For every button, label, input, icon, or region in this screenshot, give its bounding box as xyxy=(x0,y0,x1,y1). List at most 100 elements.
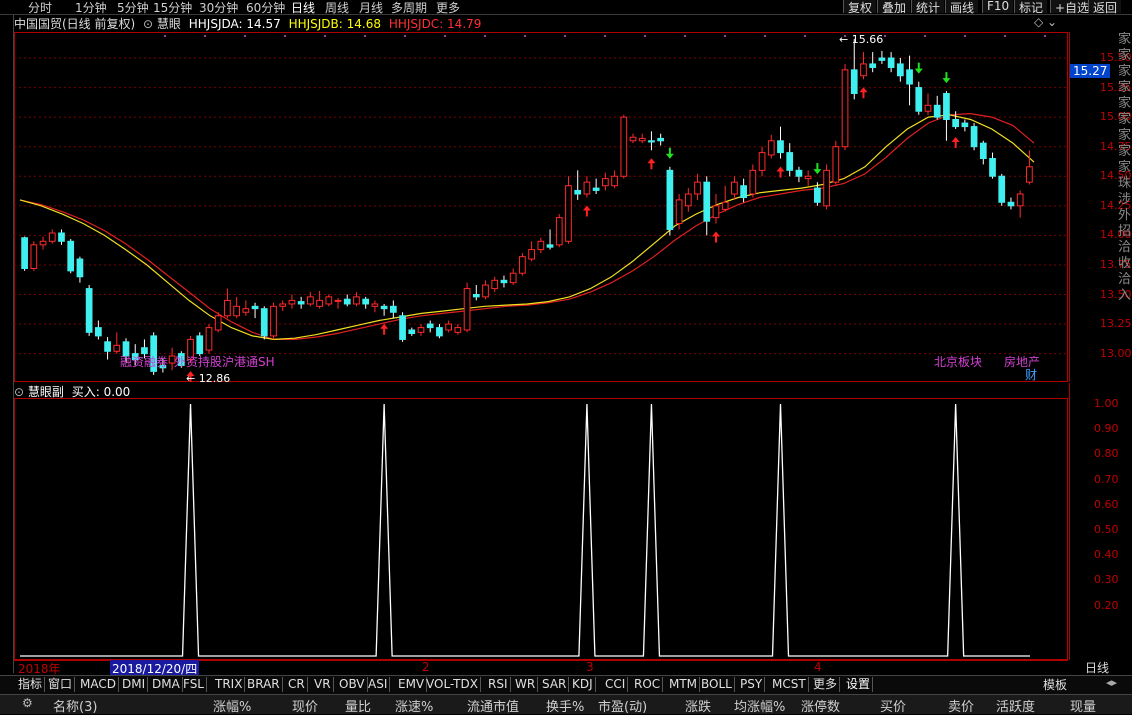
indicator-tab-6[interactable]: TRIX xyxy=(213,677,246,692)
period-5[interactable]: 60分钟 xyxy=(246,0,285,16)
column-header-10[interactable]: 涨停数 xyxy=(801,696,840,715)
indicator-tab-24[interactable]: 更多 xyxy=(811,677,841,692)
candle-body xyxy=(555,217,563,246)
gear-icon[interactable]: ⚙ xyxy=(22,696,33,710)
indicator-tab-0[interactable]: 指标 xyxy=(16,677,46,692)
period-0[interactable]: 分时 xyxy=(28,0,52,16)
sub-chart-value: 买入: 0.00 xyxy=(71,385,131,399)
candle-body xyxy=(601,178,609,187)
period-7[interactable]: 周线 xyxy=(325,0,349,16)
date-axis: 2018年 2018/12/20/四 2 3 4 xyxy=(14,660,1068,677)
indicator-tab-4[interactable]: DMA xyxy=(150,677,183,692)
period-4[interactable]: 30分钟 xyxy=(199,0,238,16)
column-header-1[interactable]: 涨幅% xyxy=(213,696,251,715)
indicator-tab-15[interactable]: WR xyxy=(513,677,539,692)
column-header-7[interactable]: 市盈(动) xyxy=(598,696,647,715)
sub-indicator-chart[interactable] xyxy=(14,398,1068,660)
column-header-0[interactable]: 名称(3) xyxy=(53,696,97,715)
sub-menu-icon[interactable]: ⊙ xyxy=(14,385,24,399)
indicator-tab-20[interactable]: MTM xyxy=(667,677,701,692)
column-header-2[interactable]: 现价 xyxy=(292,696,318,715)
indicator-tab-5[interactable]: FSL xyxy=(181,677,207,692)
indicator-tab-9[interactable]: VR xyxy=(312,677,334,692)
indicator-tab-bar: 指标 窗口 MACD DMI DMA FSL TRIX BRAR CR VR OBV ASI EMV VO… xyxy=(0,675,1132,694)
indicator-tab-22[interactable]: PSY xyxy=(738,677,766,692)
period-1[interactable]: 1分钟 xyxy=(75,0,107,16)
toolbar-button-0[interactable]: 复权 xyxy=(843,0,877,15)
toolbar-button-2[interactable]: 统计 xyxy=(911,0,945,15)
template-button[interactable]: 模板 xyxy=(1043,676,1067,693)
indicator-name[interactable]: 慧眼 xyxy=(157,17,181,31)
top-marker-dot xyxy=(324,35,326,37)
toolbar-button-6[interactable]: +自选 xyxy=(1050,0,1094,15)
indicator-tab-13[interactable]: VOL-TDX xyxy=(424,677,481,692)
indicator-tab-12[interactable]: EMV xyxy=(396,677,428,692)
column-header-14[interactable]: 现量 xyxy=(1070,696,1096,715)
concept-label-4[interactable]: 房地产 xyxy=(1004,354,1040,369)
toolbar-button-1[interactable]: 叠加 xyxy=(877,0,911,15)
indicator-tab-17[interactable]: KDJ xyxy=(570,677,596,692)
top-marker-dot xyxy=(244,35,246,37)
toolbar-button-7[interactable]: 返回 xyxy=(1088,0,1122,15)
column-header-4[interactable]: 涨速% xyxy=(395,696,433,715)
concept-label-0[interactable]: 融资融券 xyxy=(120,354,168,369)
candle-body xyxy=(233,305,240,317)
stock-title[interactable]: 中国国贸(日线 前复权) xyxy=(14,17,135,31)
indicator-tab-16[interactable]: SAR xyxy=(540,677,570,692)
indicator-tab-1[interactable]: 窗口 xyxy=(46,677,76,692)
top-marker-dot xyxy=(284,35,286,37)
indicator-tab-14[interactable]: RSI xyxy=(486,677,511,692)
top-marker-dot xyxy=(1004,35,1006,37)
concept-label-2[interactable]: 沪港通SH xyxy=(222,355,275,369)
top-marker-dot xyxy=(644,35,646,37)
concept-label-1[interactable]: 外资持股 xyxy=(174,354,222,369)
indicator-tab-11[interactable]: ASI xyxy=(366,677,391,692)
indicator-tab-3[interactable]: DMI xyxy=(120,677,149,692)
column-header-6[interactable]: 换手% xyxy=(546,696,584,715)
column-header-12[interactable]: 卖价 xyxy=(948,696,974,715)
candle-body xyxy=(712,205,720,219)
candle-body xyxy=(611,175,618,187)
column-header-11[interactable]: 买价 xyxy=(880,696,906,715)
indicator-tab-25[interactable]: 设置 xyxy=(844,677,874,692)
toolbar-button-4[interactable]: F10 xyxy=(982,0,1014,13)
sub-chart-header: ⊙ 慧眼副 买入: 0.00 xyxy=(14,383,130,399)
candle-body xyxy=(297,301,305,305)
candle-body xyxy=(961,122,969,128)
period-indicator[interactable]: 日线 xyxy=(1085,659,1109,676)
indicator-menu-icon[interactable]: ⊙ xyxy=(143,17,153,31)
indicator-tab-8[interactable]: CR xyxy=(286,677,308,692)
top-marker-dot xyxy=(204,35,206,37)
concept-label-3[interactable]: 北京板块 xyxy=(934,355,982,369)
indicator-tab-23[interactable]: MCST xyxy=(770,677,809,692)
indicator-tab-18[interactable]: CCI xyxy=(603,677,629,692)
indicator-tab-19[interactable]: ROC xyxy=(632,677,664,692)
period-10[interactable]: 更多 xyxy=(436,0,460,16)
indicator-tab-21[interactable]: BOLL xyxy=(699,677,735,692)
period-8[interactable]: 月线 xyxy=(359,0,383,16)
top-marker-dot xyxy=(724,35,726,37)
candle-body xyxy=(592,187,600,191)
column-header-5[interactable]: 流通市值 xyxy=(467,696,519,715)
sub-chart-title[interactable]: 慧眼副 xyxy=(28,385,64,399)
indicator-tab-10[interactable]: OBV xyxy=(337,677,368,692)
column-header-9[interactable]: 均涨幅% xyxy=(734,696,785,715)
indicator-tab-2[interactable]: MACD xyxy=(78,677,119,692)
price-chart[interactable]: ← 15.66 ← 12.86 融资融券 外资持股 沪港通SH 北京板块 房地产财 xyxy=(14,32,1068,382)
period-6[interactable]: 日线 xyxy=(291,0,315,16)
toolbar-button-5[interactable]: 标记 xyxy=(1014,0,1048,15)
period-9[interactable]: 多周期 xyxy=(391,0,427,16)
chart-options-icons[interactable]: ◇ ⌄ xyxy=(1034,15,1057,29)
column-header-13[interactable]: 活跃度 xyxy=(996,696,1035,715)
column-header-3[interactable]: 量比 xyxy=(345,696,371,715)
period-3[interactable]: 15分钟 xyxy=(153,0,192,16)
candle-body xyxy=(998,175,1006,203)
line-c-value: HHJSJDC: 14.79 xyxy=(388,17,482,31)
column-header-8[interactable]: 涨跌 xyxy=(685,696,711,715)
candle-body xyxy=(933,104,941,118)
period-2[interactable]: 5分钟 xyxy=(117,0,149,16)
indicator-tab-7[interactable]: BRAR xyxy=(245,677,283,692)
tab-scroll-arrows[interactable]: ◂▸ xyxy=(1106,676,1117,689)
toolbar-button-3[interactable]: 画线 xyxy=(945,0,979,15)
candle-body xyxy=(242,308,250,313)
